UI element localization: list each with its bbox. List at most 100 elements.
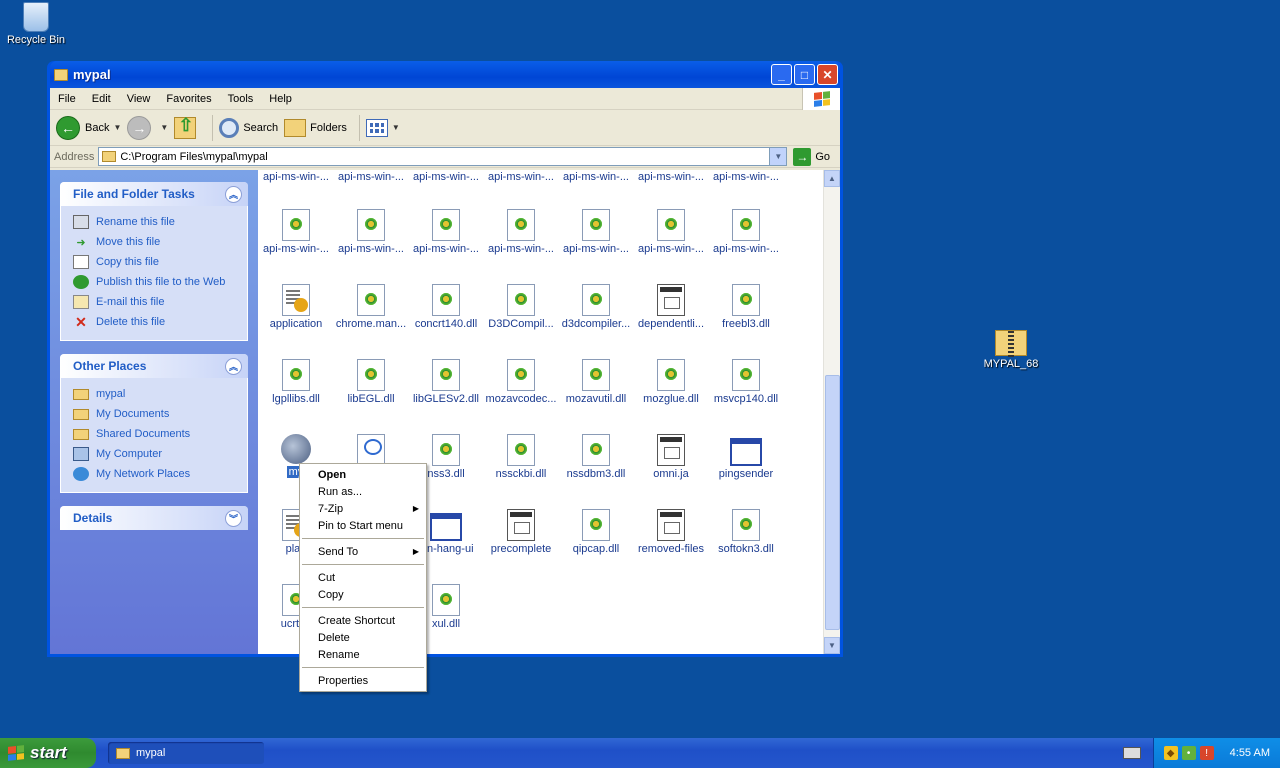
file-item[interactable]: D3DCompil... xyxy=(483,284,559,330)
address-input[interactable]: C:\Program Files\mypal\mypal ▼ xyxy=(98,147,788,166)
ctx-rename[interactable]: Rename xyxy=(300,646,426,663)
ctx-delete[interactable]: Delete xyxy=(300,629,426,646)
file-item[interactable]: msvcp140.dll xyxy=(708,359,784,405)
file-item[interactable]: libEGL.dll xyxy=(333,359,409,405)
address-dropdown-icon[interactable]: ▼ xyxy=(769,148,787,165)
file-item[interactable]: nssdbm3.dll xyxy=(558,434,634,480)
search-button[interactable]: Search xyxy=(219,117,278,138)
file-item[interactable]: concrt140.dll xyxy=(408,284,484,330)
file-item[interactable]: removed-files xyxy=(633,509,709,555)
vertical-scrollbar[interactable]: ▲ ▼ xyxy=(823,170,840,654)
ctx-pin-start[interactable]: Pin to Start menu xyxy=(300,517,426,534)
menu-edit[interactable]: Edit xyxy=(84,93,119,105)
delete-icon: ✕ xyxy=(75,313,87,330)
rename-file-link[interactable]: Rename this file xyxy=(73,212,237,232)
ctx-7zip[interactable]: 7-Zip ▶ xyxy=(300,500,426,517)
ctx-open[interactable]: Open xyxy=(300,466,426,483)
file-item[interactable]: application xyxy=(258,284,334,330)
file-item[interactable]: d3dcompiler... xyxy=(558,284,634,330)
file-item[interactable]: api-ms-win-... xyxy=(408,170,484,183)
expand-icon[interactable]: ︾ xyxy=(225,509,242,527)
network-tray-icon[interactable]: • xyxy=(1181,746,1196,760)
place-my-computer[interactable]: My Computer xyxy=(73,444,237,464)
ctx-copy[interactable]: Copy xyxy=(300,586,426,603)
file-item[interactable]: api-ms-win-... xyxy=(633,170,709,183)
taskbar-mypal-button[interactable]: mypal xyxy=(108,742,264,764)
ctx-cut[interactable]: Cut xyxy=(300,569,426,586)
file-item[interactable]: dependentli... xyxy=(633,284,709,330)
menu-file[interactable]: File xyxy=(50,93,84,105)
file-item[interactable]: api-ms-win-... xyxy=(633,209,709,255)
file-item[interactable] xyxy=(333,434,409,466)
file-item[interactable]: api-ms-win-... xyxy=(708,209,784,255)
go-button[interactable]: → Go xyxy=(793,147,830,166)
place-my-documents[interactable]: My Documents xyxy=(73,404,237,424)
menu-favorites[interactable]: Favorites xyxy=(158,93,219,105)
scroll-down-button[interactable]: ▼ xyxy=(824,637,840,654)
delete-file-link[interactable]: ✕ Delete this file xyxy=(73,312,237,332)
views-button[interactable]: ▼ xyxy=(365,118,400,137)
language-bar[interactable] xyxy=(1117,747,1147,759)
file-item[interactable]: api-ms-win-... xyxy=(483,170,559,183)
file-item[interactable]: api-ms-win-... xyxy=(333,170,409,183)
file-item[interactable]: precomplete xyxy=(483,509,559,555)
email-file-link[interactable]: E-mail this file xyxy=(73,292,237,312)
menu-help[interactable]: Help xyxy=(261,93,300,105)
menu-tools[interactable]: Tools xyxy=(220,93,262,105)
file-item[interactable]: api-ms-win-... xyxy=(483,209,559,255)
file-tasks-header[interactable]: File and Folder Tasks ︽ xyxy=(60,182,248,206)
file-item[interactable]: qipcap.dll xyxy=(558,509,634,555)
file-item[interactable]: api-ms-win-... xyxy=(708,170,784,183)
recycle-bin-shortcut[interactable]: Recycle Bin xyxy=(0,2,76,46)
collapse-icon[interactable]: ︽ xyxy=(225,357,242,375)
file-item[interactable]: mozavcodec... xyxy=(483,359,559,405)
place-mypal[interactable]: mypal xyxy=(73,384,237,404)
copy-file-link[interactable]: Copy this file xyxy=(73,252,237,272)
file-item[interactable]: softokn3.dll xyxy=(708,509,784,555)
forward-dropdown-icon[interactable]: ▼ xyxy=(160,123,168,132)
minimize-button[interactable]: _ xyxy=(771,64,792,85)
file-item[interactable]: mozglue.dll xyxy=(633,359,709,405)
collapse-icon[interactable]: ︽ xyxy=(225,185,242,203)
other-places-header[interactable]: Other Places ︽ xyxy=(60,354,248,378)
file-item[interactable]: mozavutil.dll xyxy=(558,359,634,405)
ctx-properties[interactable]: Properties xyxy=(300,672,426,689)
security-shield-icon[interactable]: ◆ xyxy=(1163,746,1178,760)
scroll-up-button[interactable]: ▲ xyxy=(824,170,840,187)
file-item[interactable]: api-ms-win-... xyxy=(258,170,334,183)
publish-web-link[interactable]: Publish this file to the Web xyxy=(73,272,237,292)
forward-button[interactable]: → ▼ xyxy=(127,115,168,140)
up-folder-icon[interactable] xyxy=(174,115,197,139)
file-item[interactable]: api-ms-win-... xyxy=(258,209,334,255)
place-my-network[interactable]: My Network Places xyxy=(73,464,237,484)
file-item[interactable]: api-ms-win-... xyxy=(408,209,484,255)
ctx-create-shortcut[interactable]: Create Shortcut xyxy=(300,612,426,629)
scroll-thumb[interactable] xyxy=(825,375,840,630)
file-item[interactable]: api-ms-win-... xyxy=(333,209,409,255)
file-item[interactable]: libGLESv2.dll xyxy=(408,359,484,405)
views-dropdown-icon[interactable]: ▼ xyxy=(392,123,400,132)
place-shared-documents[interactable]: Shared Documents xyxy=(73,424,237,444)
maximize-button[interactable]: □ xyxy=(794,64,815,85)
file-item[interactable]: api-ms-win-... xyxy=(558,170,634,183)
file-item[interactable]: nssckbi.dll xyxy=(483,434,559,480)
file-item[interactable]: freebl3.dll xyxy=(708,284,784,330)
file-item[interactable]: lgpllibs.dll xyxy=(258,359,334,405)
back-button[interactable]: ← Back ▼ xyxy=(56,115,121,140)
folders-button[interactable]: Folders xyxy=(284,118,347,137)
ctx-send-to[interactable]: Send To ▶ xyxy=(300,543,426,560)
file-item[interactable]: chrome.man... xyxy=(333,284,409,330)
alert-shield-icon[interactable]: ! xyxy=(1199,746,1214,760)
close-button[interactable]: ✕ xyxy=(817,64,838,85)
file-item[interactable]: api-ms-win-... xyxy=(558,209,634,255)
ctx-run-as[interactable]: Run as... xyxy=(300,483,426,500)
file-item[interactable]: omni.ja xyxy=(633,434,709,480)
zip-file-shortcut[interactable]: MYPAL_68 xyxy=(971,330,1051,370)
start-button[interactable]: start xyxy=(0,738,96,768)
move-file-link[interactable]: ➜ Move this file xyxy=(73,232,237,252)
title-bar[interactable]: mypal _ □ ✕ xyxy=(50,61,840,88)
back-dropdown-icon[interactable]: ▼ xyxy=(113,123,121,132)
details-header[interactable]: Details ︾ xyxy=(60,506,248,530)
menu-view[interactable]: View xyxy=(119,93,159,105)
file-item[interactable]: pingsender xyxy=(708,434,784,480)
